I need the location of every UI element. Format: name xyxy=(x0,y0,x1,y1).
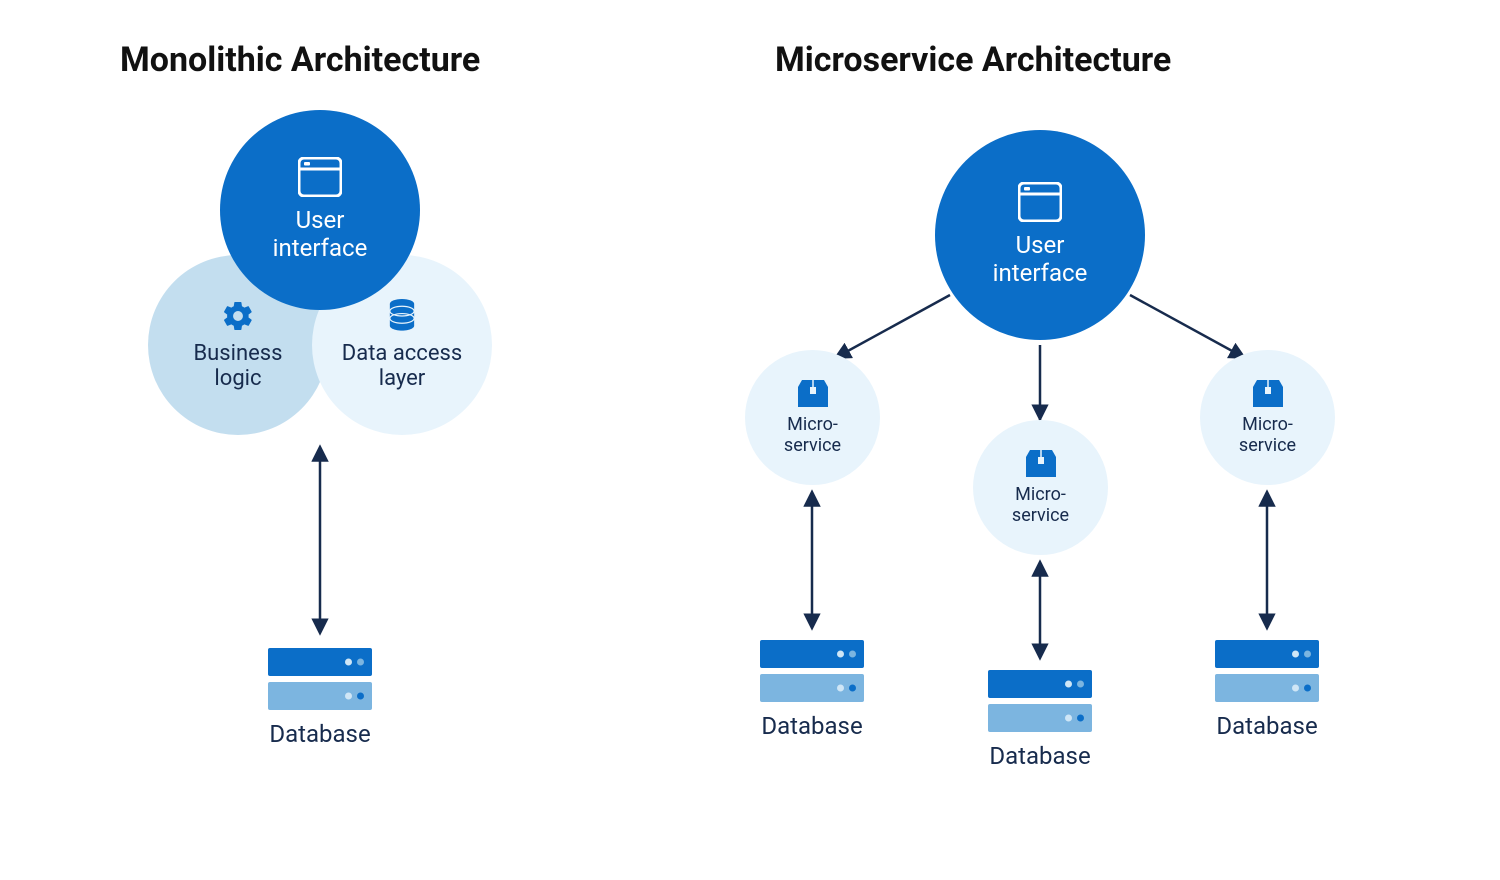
diagram-stage: Monolithic Architecture Microservice Arc… xyxy=(0,0,1500,880)
label-microservice-1: Micro-service xyxy=(784,415,841,456)
node-microservice-3: Micro-service xyxy=(1200,350,1335,485)
arrow-mono-db xyxy=(312,445,328,635)
label-microservice-2: Micro-service xyxy=(1012,485,1069,526)
label-database-micro1: Database xyxy=(760,712,864,740)
arrow-micro1-db xyxy=(804,490,820,630)
database-micro3-icon xyxy=(1215,640,1319,708)
window-icon xyxy=(1018,182,1062,222)
database-micro1-icon xyxy=(760,640,864,708)
label-data-access: Data accesslayer xyxy=(342,341,462,392)
arrow-micro3-db xyxy=(1259,490,1275,630)
label-ui-micro: Userinterface xyxy=(993,232,1088,287)
label-database-mono: Database xyxy=(268,720,372,748)
node-user-interface-mono: Userinterface xyxy=(220,110,420,310)
node-microservice-1: Micro-service xyxy=(745,350,880,485)
label-microservice-3: Micro-service xyxy=(1239,415,1296,456)
gear-icon xyxy=(221,299,255,333)
label-database-micro2: Database xyxy=(988,742,1092,770)
label-business-logic: Businesslogic xyxy=(193,341,282,392)
window-icon xyxy=(298,157,342,197)
arrow-micro2-db xyxy=(1032,560,1048,660)
label-ui-mono: Userinterface xyxy=(273,207,368,262)
node-microservice-2: Micro-service xyxy=(973,420,1108,555)
label-database-micro3: Database xyxy=(1215,712,1319,740)
database-mono-icon xyxy=(268,648,372,716)
package-icon xyxy=(1024,449,1058,479)
database-micro2-icon xyxy=(988,670,1092,738)
title-microservice: Microservice Architecture xyxy=(775,40,1171,80)
package-icon xyxy=(796,379,830,409)
title-monolithic: Monolithic Architecture xyxy=(120,40,480,80)
package-icon xyxy=(1251,379,1285,409)
database-stack-icon xyxy=(387,299,417,333)
node-user-interface-micro: Userinterface xyxy=(935,130,1145,340)
